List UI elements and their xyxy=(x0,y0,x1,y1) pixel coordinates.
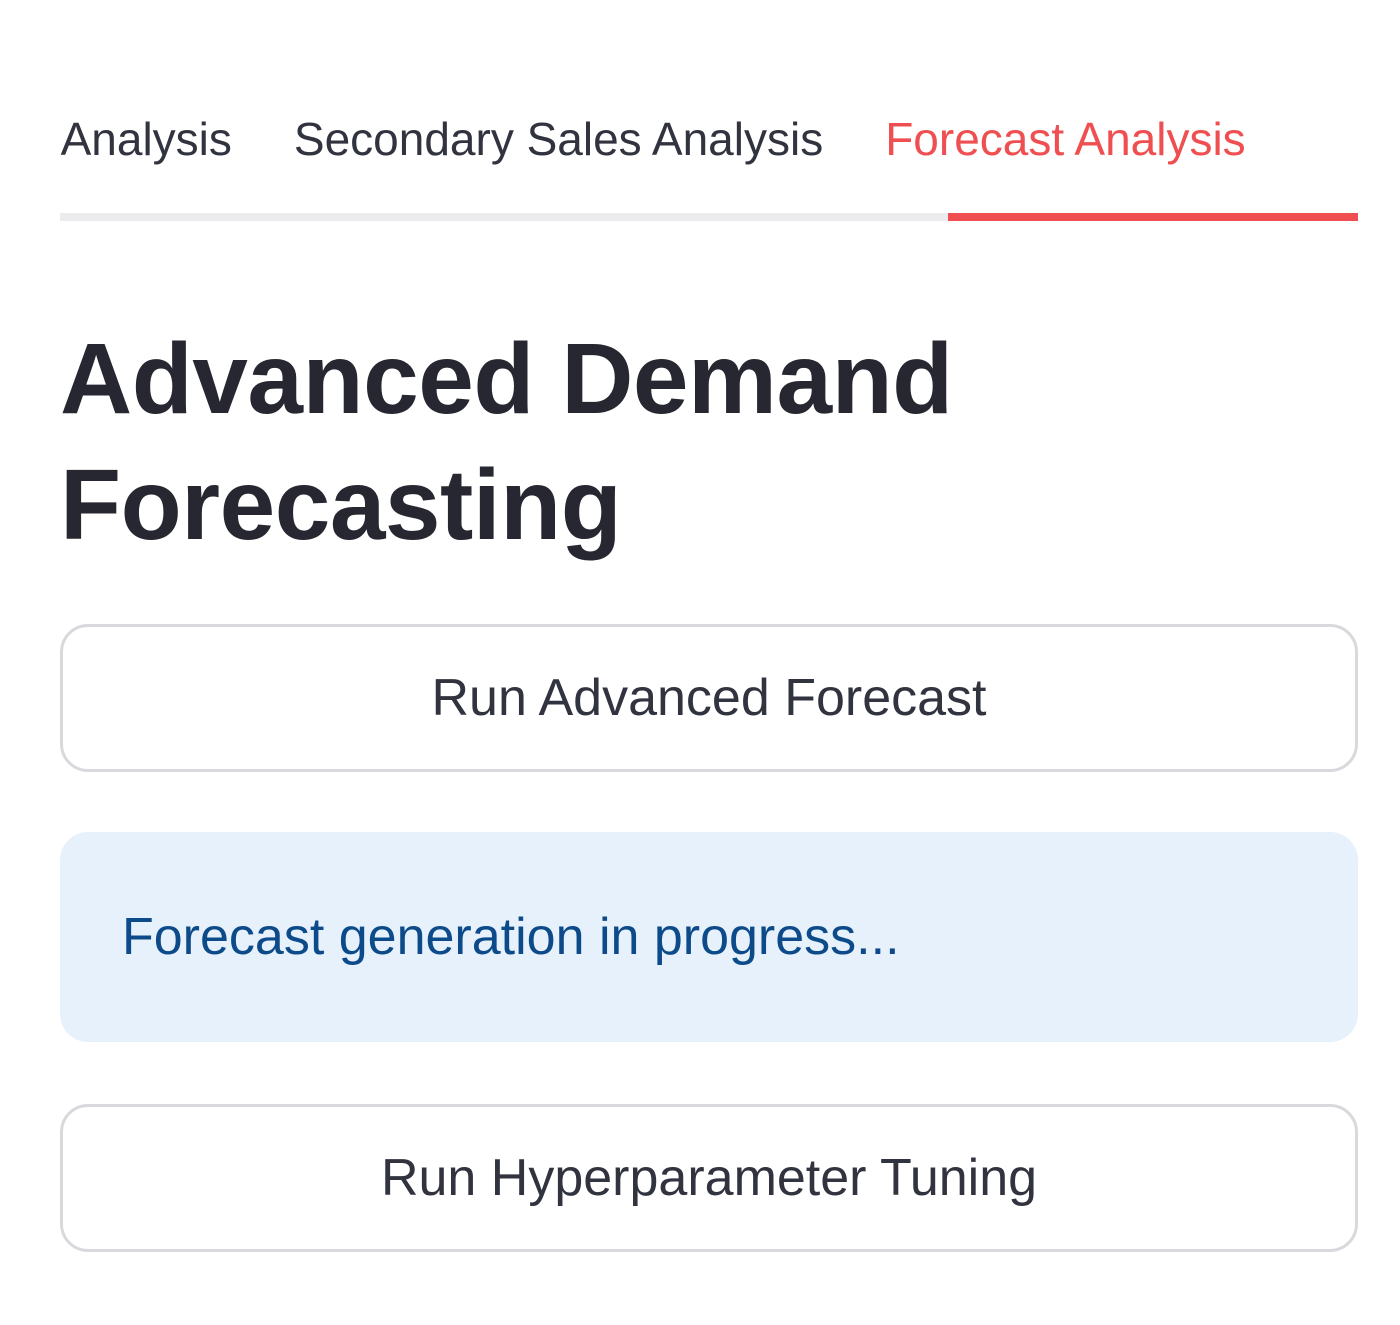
tab-secondary-sales-analysis[interactable]: Secondary Sales Analysis xyxy=(294,96,823,213)
run-advanced-forecast-button[interactable]: Run Advanced Forecast xyxy=(60,624,1358,772)
run-hyperparameter-tuning-button[interactable]: Run Hyperparameter Tuning xyxy=(60,1104,1358,1252)
info-alert-message: Forecast generation in progress... xyxy=(122,908,900,966)
run-advanced-forecast-label: Run Advanced Forecast xyxy=(431,669,987,727)
tab-bar: ta Analysis Secondary Sales Analysis For… xyxy=(60,96,1358,221)
tab-forecast-analysis[interactable]: Forecast Analysis xyxy=(885,96,1245,213)
active-tab-indicator xyxy=(948,213,1358,221)
page-title: Advanced Demand Forecasting xyxy=(60,323,953,561)
run-hyperparameter-tuning-label: Run Hyperparameter Tuning xyxy=(380,1149,1038,1207)
tab-list: ta Analysis Secondary Sales Analysis For… xyxy=(60,96,1246,213)
page: ta Analysis Secondary Sales Analysis For… xyxy=(0,0,1400,1325)
info-alert: Forecast generation in progress... xyxy=(60,832,1358,1042)
tab-data-analysis[interactable]: ta Analysis xyxy=(60,96,232,213)
